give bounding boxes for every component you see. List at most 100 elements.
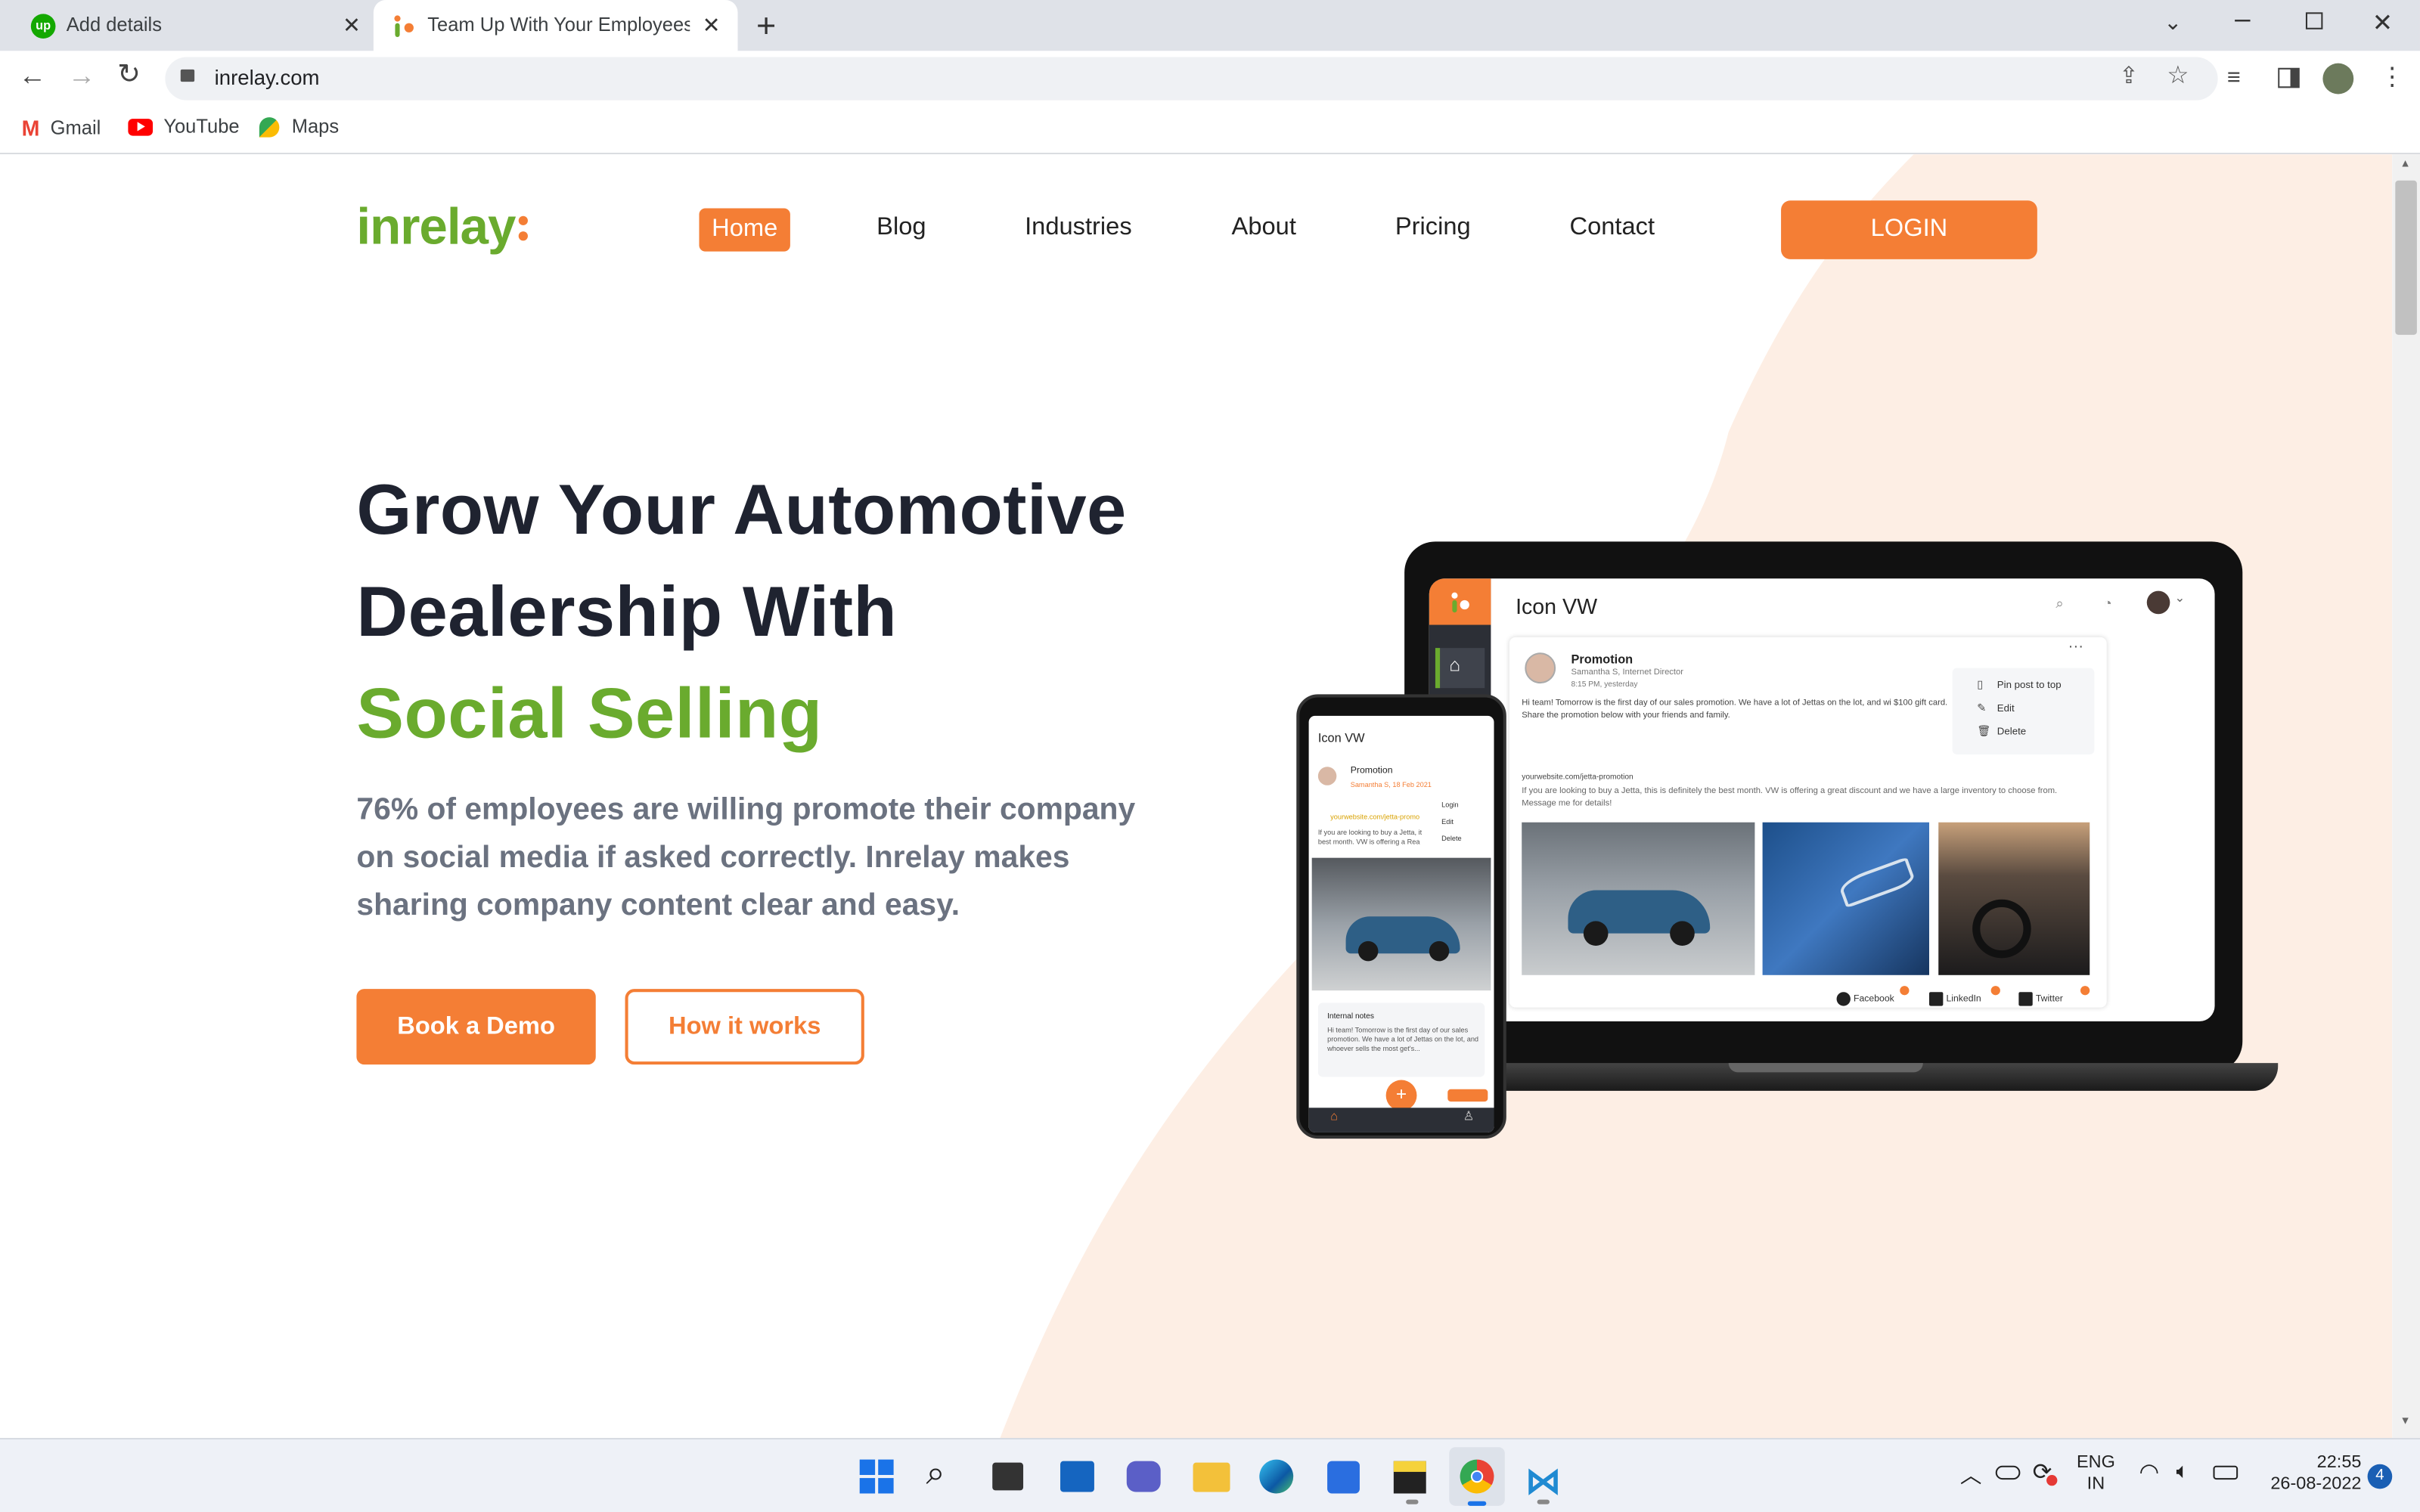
bookmarks-bar — [0, 107, 2420, 155]
logo-colon-icon — [518, 215, 528, 244]
nav-contact[interactable]: Contact — [1569, 215, 1655, 243]
post-title: Promotion — [1571, 652, 1634, 667]
language-indicator[interactable]: ENG IN — [2071, 1453, 2121, 1493]
widgets-icon[interactable] — [1060, 1461, 1094, 1492]
lock-icon — [180, 69, 195, 82]
battery-icon[interactable] — [2213, 1465, 2238, 1480]
youtube-icon — [128, 118, 154, 135]
close-tab-icon[interactable]: ✕ — [343, 12, 361, 39]
browser-menu-icon[interactable]: ⋮ — [2380, 62, 2405, 93]
new-tab-icon[interactable]: + — [756, 6, 776, 46]
site-logo[interactable]: inrelay — [356, 197, 528, 259]
phone-notes-title: Internal notes — [1327, 1012, 1374, 1022]
onedrive-icon[interactable] — [1995, 1465, 2021, 1480]
twitter-icon — [2018, 992, 2033, 1006]
share-icon[interactable]: ⇪ — [2119, 62, 2139, 90]
address-bar[interactable]: inrelay.com ⇪ ☆ — [165, 57, 2218, 101]
phone-author-avatar — [1317, 767, 1337, 785]
minimize-icon[interactable]: – — [2235, 3, 2250, 36]
profile-avatar[interactable] — [2322, 63, 2354, 94]
nav-home[interactable]: Home — [699, 208, 790, 252]
forward-icon[interactable]: → — [68, 60, 96, 93]
volume-icon[interactable]: 🔈︎ — [2176, 1458, 2189, 1485]
laptop-mockup: ⌂ Icon VW ⌕ ◔ ⌄ Promotion Samantha S, In… — [1404, 541, 2243, 1073]
post-card: Promotion Samantha S, Internet Director … — [1509, 637, 2107, 1008]
tab-title: Team Up With Your Employees a — [427, 14, 690, 36]
inrelay-favicon-icon — [394, 15, 414, 37]
post-author: Samantha S, Internet Director — [1571, 668, 1684, 677]
tray-overflow-icon[interactable]: ︿ — [1960, 1460, 1982, 1491]
scrollbar-thumb[interactable] — [2395, 180, 2417, 335]
search-icon[interactable]: ⌕ — [926, 1453, 945, 1493]
scroll-down-icon[interactable]: ▼ — [2400, 1416, 2410, 1427]
how-it-works-button[interactable]: How it works — [625, 989, 864, 1065]
edge-icon[interactable] — [1259, 1459, 1294, 1494]
chrome-taskbar-button[interactable] — [1449, 1447, 1505, 1506]
teams-chat-icon[interactable] — [1126, 1461, 1161, 1492]
pin-icon: ▯ — [1977, 680, 1984, 692]
wifi-icon[interactable]: ◠ — [2139, 1458, 2160, 1486]
phone-screen: Icon VW Promotion Samantha S, 18 Feb 202… — [1308, 715, 1494, 1132]
post-link: yourwebsite.com/jetta-promotion — [1522, 773, 1634, 782]
close-tab-icon[interactable]: ✕ — [703, 12, 721, 39]
tab-inrelay[interactable]: Team Up With Your Employees a ✕ — [373, 0, 738, 51]
store-icon[interactable] — [1327, 1461, 1360, 1494]
start-icon[interactable] — [859, 1459, 894, 1494]
book-demo-button[interactable]: Book a Demo — [356, 989, 596, 1065]
trash-icon: 🗑 — [1977, 727, 1991, 738]
linkedin-icon — [1929, 992, 1944, 1006]
clock-time: 22:55 — [2316, 1453, 2362, 1472]
logo-text: inrelay — [356, 197, 516, 255]
phone-post-link: yourwebsite.com/jetta-promo — [1330, 813, 1420, 821]
menu-delete: Delete — [1996, 727, 2027, 738]
car-photo-3 — [1938, 822, 2090, 975]
back-icon[interactable]: ← — [18, 60, 46, 93]
social-twitter: Twitter — [2018, 992, 2063, 1006]
author-avatar — [1525, 652, 1556, 684]
reading-list-icon[interactable]: ≡ — [2227, 65, 2241, 91]
file-explorer-icon[interactable] — [1193, 1462, 1230, 1492]
page-scrollbar[interactable]: ▲ ▼ — [2392, 154, 2420, 1439]
phone-menu: Login Edit Delete — [1429, 801, 1488, 853]
chevron-down-icon: ⌄ — [2174, 590, 2186, 605]
restore-icon[interactable] — [2305, 12, 2323, 29]
bookmark-star-icon[interactable]: ☆ — [2167, 60, 2189, 91]
nav-about[interactable]: About — [1232, 215, 1296, 243]
reload-icon[interactable]: ↻ — [117, 59, 141, 91]
laptop-screen: ⌂ Icon VW ⌕ ◔ ⌄ Promotion Samantha S, In… — [1429, 578, 2215, 1022]
lang-bottom: IN — [2086, 1475, 2105, 1494]
lang-top: ENG — [2076, 1453, 2115, 1472]
notification-badge[interactable]: 4 — [2367, 1464, 2393, 1489]
edit-icon: ✎ — [1977, 703, 1987, 714]
social-linkedin: LinkedIn — [1929, 992, 1981, 1006]
bookmark-maps[interactable]: Maps — [259, 116, 339, 138]
clock[interactable]: 22:55 26-08-2022 — [2254, 1453, 2362, 1493]
upwork-icon: up — [30, 14, 56, 39]
phone-profile-icon: ♙ — [1463, 1109, 1475, 1123]
phone-post-title: Promotion — [1350, 767, 1393, 776]
sticky-notes-icon[interactable] — [1393, 1461, 1426, 1494]
task-view-icon[interactable] — [992, 1462, 1024, 1491]
post-text: Hi team! Tomorrow is the first day of ou… — [1522, 699, 1948, 720]
close-window-icon[interactable]: ✕ — [2372, 8, 2393, 39]
side-panel-icon[interactable] — [2278, 67, 2300, 88]
scroll-up-icon[interactable]: ▲ — [2400, 159, 2410, 169]
tab-title: Add details — [66, 14, 162, 36]
nav-industries[interactable]: Industries — [1025, 215, 1132, 243]
phone-mockup: Icon VW Promotion Samantha S, 18 Feb 202… — [1296, 694, 1506, 1139]
login-button[interactable]: LOGIN — [1781, 200, 2037, 259]
app-logo-icon — [1451, 592, 1469, 613]
hero-heading-line-1: Grow Your Automotive — [356, 469, 1127, 550]
bookmark-gmail[interactable]: M Gmail — [22, 116, 101, 141]
vscode-icon[interactable]: ⋈ — [1525, 1460, 1562, 1504]
windows-taskbar: ⌕ ⋈ ︿ ⟳ ENG IN ◠ 🔈︎ 22:55 26-08-2022 4 — [0, 1438, 2420, 1512]
search-icon: ⌕ — [2055, 595, 2064, 612]
tab-search-icon[interactable]: ⌄ — [2164, 9, 2182, 36]
link-text: If you are looking to buy a Jetta, this … — [1522, 786, 2058, 808]
phone-menu-delete: Delete — [1441, 835, 1462, 843]
nav-pricing[interactable]: Pricing — [1395, 215, 1471, 243]
bookmark-youtube[interactable]: YouTube — [128, 116, 240, 138]
hero-heading-line-3: Social Selling — [356, 672, 823, 753]
nav-blog[interactable]: Blog — [876, 215, 926, 243]
tab-add-details[interactable]: up Add details ✕ — [12, 0, 370, 51]
